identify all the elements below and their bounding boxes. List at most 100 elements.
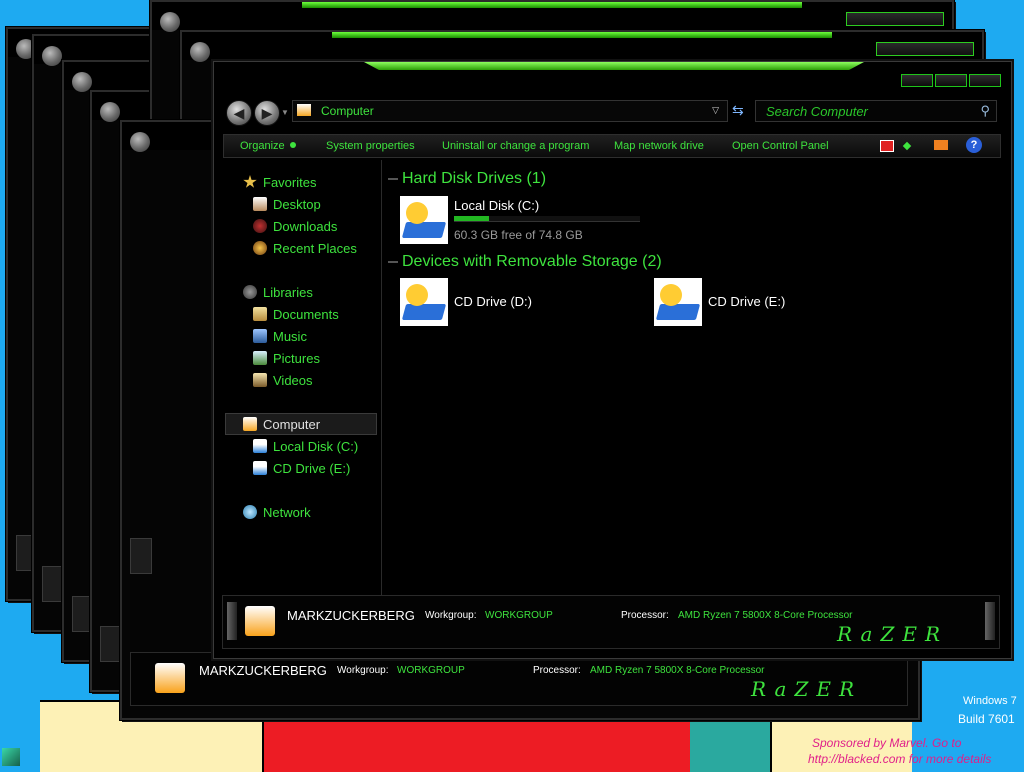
content-pane: Hard Disk Drives (1) Local Disk (C:) 60.… [384,160,1004,598]
view-dropdown-icon[interactable] [902,141,912,151]
back-button[interactable] [160,12,180,32]
drive-tile-cd-d[interactable]: CD Drive (D:) [400,278,600,328]
workgroup-value: WORKGROUP [485,610,553,621]
address-dropdown-icon[interactable]: ▽ [712,105,719,116]
search-input[interactable]: Search Computer ⚲ [755,100,997,122]
scroll-block [100,626,122,662]
computer-icon [243,417,257,431]
desktop-shape-red [262,712,696,772]
nav-cd-drive[interactable]: CD Drive (E:) [253,458,350,478]
workgroup-value: WORKGROUP [397,665,465,676]
razer-logo: RaZER [751,677,862,701]
nav-pictures[interactable]: Pictures [253,348,320,368]
section-title: Hard Disk Drives (1) [402,170,547,187]
nav-label: Favorites [263,174,317,190]
map-network-drive-button[interactable]: Map network drive [614,140,704,152]
back-button[interactable]: ◀ [226,100,252,126]
uninstall-program-button[interactable]: Uninstall or change a program [442,140,589,152]
back-button[interactable] [72,72,92,92]
nav-computer[interactable]: Computer [243,414,320,434]
cd-drive-icon [400,278,448,326]
nav-label: Local Disk (C:) [273,438,359,454]
drive-usage-fill [454,216,490,221]
nav-downloads[interactable]: Downloads [253,216,337,236]
windows-version: Windows 7 [963,695,1017,707]
organize-dropdown-icon [290,142,296,148]
drive-usage-bar [454,216,640,222]
forward-button[interactable]: ▶ [254,100,280,126]
system-properties-button[interactable]: System properties [326,140,415,152]
sponsor-text: Sponsored by Marvel. Go to [812,736,962,750]
nav-documents[interactable]: Documents [253,304,339,324]
back-button[interactable] [130,132,150,152]
computer-icon [297,104,311,116]
navigation-pane: Favorites Desktop Downloads Recent Place… [223,160,382,598]
drive-tile-local-disk[interactable]: Local Disk (C:) 60.3 GB free of 74.8 GB [400,196,650,248]
desktop-shape-teal [690,712,770,772]
back-button[interactable] [190,42,210,62]
nav-network[interactable]: Network [243,502,311,522]
nav-label: Computer [263,416,321,432]
search-placeholder: Search Computer [766,103,868,119]
view-options-icon[interactable] [880,140,894,152]
star-icon [243,175,257,188]
nav-local-disk[interactable]: Local Disk (C:) [253,436,358,456]
nav-desktop[interactable]: Desktop [253,194,321,214]
section-header-removable[interactable]: Devices with Removable Storage (2) [388,253,662,271]
caption-buttons[interactable] [846,12,944,26]
hard-drive-icon [400,196,448,244]
network-icon [243,505,257,519]
nav-videos[interactable]: Videos [253,370,313,390]
drive-tile-cd-e[interactable]: CD Drive (E:) [654,278,854,328]
organize-button[interactable]: Organize [240,140,285,152]
caption-buttons [901,74,1001,87]
maximize-button[interactable] [935,74,967,87]
nav-favorites[interactable]: Favorites [243,172,316,192]
computer-name: MARKZUCKERBERG [287,608,415,623]
address-bar[interactable]: Computer ▽ [292,100,728,122]
sponsor-link[interactable]: http://blacked.com for more details [808,752,1024,766]
nav-label: Videos [273,372,313,388]
nav-libraries[interactable]: Libraries [243,282,313,302]
razer-logo: RaZER [837,622,948,646]
processor-value: AMD Ryzen 7 5800X 8-Core Processor [590,665,765,676]
details-edge-right [985,602,995,640]
nav-label: Libraries [263,284,313,300]
help-icon[interactable]: ? [966,137,982,153]
desktop-icon [253,197,267,211]
section-header-hdd[interactable]: Hard Disk Drives (1) [388,170,546,188]
cd-drive-icon [253,461,267,475]
nav-label: Music [273,328,307,344]
status-bar: MARKZUCKERBERG Workgroup: WORKGROUP Proc… [130,652,908,706]
nav-label: Desktop [273,196,321,212]
cd-drive-icon [654,278,702,326]
caption-buttons[interactable] [876,42,974,56]
processor-label: Processor: [533,665,581,676]
address-text: Computer [321,104,374,118]
workgroup-label: Workgroup: [337,665,389,676]
back-button[interactable] [100,102,120,122]
back-button[interactable] [42,46,62,66]
title-accent [302,2,802,8]
downloads-icon [253,219,267,233]
explorer-window[interactable]: ◀ ▶ ▼ Computer ▽ ⇆ Search Computer ⚲ Org… [213,61,1012,659]
nav-recent-places[interactable]: Recent Places [253,238,357,258]
videos-icon [253,373,267,387]
refresh-icon[interactable]: ⇆ [732,102,748,118]
close-button[interactable] [969,74,1001,87]
desktop-corner-icon[interactable] [2,748,20,766]
nav-label: Downloads [273,218,338,234]
drive-name: CD Drive (E:) [708,294,786,309]
scroll-block [42,566,64,602]
search-icon[interactable]: ⚲ [980,103,990,119]
preview-pane-icon[interactable] [934,140,948,150]
nav-music[interactable]: Music [253,326,307,346]
windows-build: Build 7601 [958,712,1015,726]
details-pane: MARKZUCKERBERG Workgroup: WORKGROUP Proc… [222,595,1000,649]
minimize-button[interactable] [901,74,933,87]
command-bar: Organize System properties Uninstall or … [223,134,1001,158]
recent-pages-dropdown[interactable]: ▼ [281,108,289,117]
open-control-panel-button[interactable]: Open Control Panel [732,140,829,152]
computer-name: MARKZUCKERBERG [199,663,327,678]
nav-label: Network [263,504,311,520]
